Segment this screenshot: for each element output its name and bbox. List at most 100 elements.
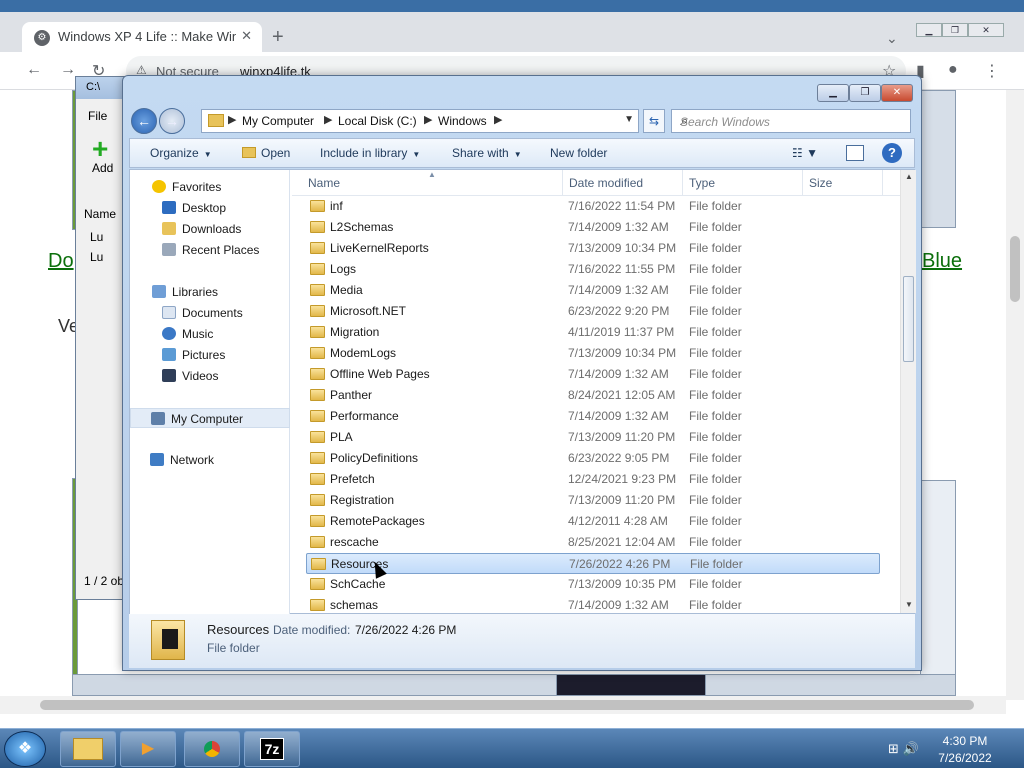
- start-button[interactable]: ❖: [4, 731, 46, 767]
- nav-my-computer[interactable]: My Computer: [130, 408, 290, 428]
- change-view-button[interactable]: ☷ ▼: [792, 146, 818, 160]
- column-header-type[interactable]: Type: [689, 176, 715, 190]
- browser-minimize-button[interactable]: ▁: [916, 23, 942, 37]
- table-row[interactable]: ModemLogs 7/13/2009 10:34 PM File folder: [306, 343, 880, 364]
- table-row[interactable]: Resources 7/26/2022 4:26 PM File folder: [306, 553, 880, 574]
- table-row[interactable]: schemas 7/14/2009 1:32 AM File folder: [306, 595, 880, 616]
- table-row[interactable]: L2Schemas 7/14/2009 1:32 AM File folder: [306, 217, 880, 238]
- nav-network[interactable]: Network: [130, 450, 290, 470]
- forward-arrow-icon[interactable]: →: [60, 61, 76, 79]
- refresh-button[interactable]: ⇆: [643, 109, 665, 133]
- nav-videos[interactable]: Videos: [130, 366, 290, 386]
- share-with-button[interactable]: Share with ▼: [452, 146, 522, 160]
- breadcrumb-item[interactable]: My Computer: [242, 114, 314, 128]
- address-breadcrumb[interactable]: ▶ My Computer ▶ Local Disk (C:) ▶ Window…: [201, 109, 639, 133]
- nav-favorites[interactable]: Favorites: [130, 177, 290, 197]
- chevron-right-icon[interactable]: ▶: [424, 113, 432, 126]
- browser-maximize-button[interactable]: ❐: [942, 23, 968, 37]
- screenshot-thumbnail[interactable]: [556, 674, 706, 696]
- column-divider[interactable]: [802, 170, 803, 196]
- table-row[interactable]: Panther 8/24/2021 12:05 AM File folder: [306, 385, 880, 406]
- table-row[interactable]: inf 7/16/2022 11:54 PM File folder: [306, 196, 880, 217]
- table-row[interactable]: Performance 7/14/2009 1:32 AM File folder: [306, 406, 880, 427]
- search-input[interactable]: Search Windows ⌕: [671, 109, 911, 133]
- breadcrumb-item[interactable]: Local Disk (C:): [338, 114, 417, 128]
- table-row[interactable]: PolicyDefinitions 6/23/2022 9:05 PM File f…: [306, 448, 880, 469]
- taskbar-chrome-button[interactable]: [184, 731, 240, 767]
- chevron-right-icon[interactable]: ▶: [324, 113, 332, 126]
- sevenzip-titlebar[interactable]: C:\: [76, 77, 128, 99]
- nav-desktop[interactable]: Desktop: [130, 198, 290, 218]
- nav-downloads[interactable]: Downloads: [130, 219, 290, 239]
- menu-file[interactable]: File: [88, 109, 107, 123]
- screenshot-thumbnail[interactable]: [920, 90, 956, 228]
- column-header-date[interactable]: Date modified: [569, 176, 643, 190]
- clock-time[interactable]: 4:30 PM: [930, 734, 1000, 748]
- browser-close-button[interactable]: ✕: [968, 23, 1004, 37]
- maximize-button[interactable]: ❐: [849, 84, 881, 102]
- screenshot-thumbnail[interactable]: [920, 480, 956, 694]
- table-row[interactable]: Microsoft.NET 6/23/2022 9:20 PM File folde…: [306, 301, 880, 322]
- list-item[interactable]: Lu: [90, 230, 103, 244]
- table-row[interactable]: Migration 4/11/2019 11:37 PM File folder: [306, 322, 880, 343]
- table-row[interactable]: Media 7/14/2009 1:32 AM File folder: [306, 280, 880, 301]
- browser-menu-icon[interactable]: ⋮: [984, 61, 1000, 81]
- column-divider[interactable]: [682, 170, 683, 196]
- tray-network-volume-icons[interactable]: ⊞ 🔊: [888, 741, 919, 757]
- table-row[interactable]: LiveKernelReports 7/13/2009 10:34 PM File …: [306, 238, 880, 259]
- table-row[interactable]: Logs 7/16/2022 11:55 PM File folder: [306, 259, 880, 280]
- page-link-left[interactable]: Do: [48, 250, 74, 273]
- open-button[interactable]: Open: [242, 146, 290, 160]
- profile-avatar-icon[interactable]: ●: [948, 61, 958, 79]
- nav-documents[interactable]: Documents: [130, 303, 290, 323]
- minimize-button[interactable]: ▁: [817, 84, 849, 102]
- table-row[interactable]: PLA 7/13/2009 11:20 PM File folder: [306, 427, 880, 448]
- column-name[interactable]: Name: [84, 207, 116, 221]
- clock-date[interactable]: 7/26/2022: [930, 751, 1000, 765]
- include-in-library-button[interactable]: Include in library ▼: [320, 146, 420, 160]
- scroll-thumb[interactable]: [40, 700, 974, 710]
- organize-button[interactable]: Organize ▼: [150, 146, 212, 160]
- table-row[interactable]: Registration 7/13/2009 11:20 PM File folde…: [306, 490, 880, 511]
- scroll-thumb[interactable]: [903, 276, 914, 362]
- column-divider[interactable]: [882, 170, 883, 196]
- new-tab-button[interactable]: +: [272, 26, 284, 49]
- column-divider[interactable]: [562, 170, 563, 196]
- file-list-scrollbar[interactable]: ▲ ▼: [900, 170, 916, 613]
- browser-tab[interactable]: ⚙ Windows XP 4 Life :: Make Windo ✕: [22, 22, 262, 52]
- column-header-size[interactable]: Size: [809, 176, 832, 190]
- close-button[interactable]: ✕: [881, 84, 913, 102]
- nav-pictures[interactable]: Pictures: [130, 345, 290, 365]
- back-button[interactable]: ←: [131, 108, 157, 134]
- nav-music[interactable]: Music: [130, 324, 290, 344]
- column-header-name[interactable]: Name: [308, 176, 340, 190]
- taskbar-explorer-button[interactable]: [60, 731, 116, 767]
- list-item[interactable]: Lu: [90, 250, 103, 264]
- new-folder-button[interactable]: New folder: [550, 146, 607, 160]
- table-row[interactable]: Offline Web Pages 7/14/2009 1:32 AM File f…: [306, 364, 880, 385]
- search-icon[interactable]: ⌕: [680, 113, 904, 129]
- table-row[interactable]: rescache 8/25/2021 12:04 AM File folder: [306, 532, 880, 553]
- taskbar-7zip-button[interactable]: 7z: [244, 731, 300, 767]
- tab-close-icon[interactable]: ✕: [241, 28, 252, 44]
- chevron-right-icon[interactable]: ▶: [228, 113, 236, 126]
- address-dropdown-icon[interactable]: ▼: [624, 114, 634, 125]
- page-link-right[interactable]: Blue: [922, 250, 962, 273]
- preview-pane-icon[interactable]: [846, 145, 864, 161]
- scroll-thumb[interactable]: [1010, 236, 1020, 302]
- scroll-up-icon[interactable]: ▲: [905, 172, 913, 181]
- page-vertical-scrollbar[interactable]: [1006, 90, 1024, 700]
- forward-button[interactable]: →: [159, 108, 185, 134]
- taskbar-media-player-button[interactable]: ▶: [120, 731, 176, 767]
- tab-search-icon[interactable]: ⌄: [886, 30, 898, 47]
- chevron-right-icon[interactable]: ▶: [494, 113, 502, 126]
- breadcrumb-item[interactable]: Windows: [438, 114, 487, 128]
- nav-libraries[interactable]: Libraries: [130, 282, 290, 302]
- add-button-label[interactable]: Add: [92, 161, 113, 175]
- table-row[interactable]: Prefetch 12/24/2021 9:23 PM File folder: [306, 469, 880, 490]
- nav-recent-places[interactable]: Recent Places: [130, 240, 290, 260]
- table-row[interactable]: RemotePackages 4/12/2011 4:28 AM File fold…: [306, 511, 880, 532]
- explorer-titlebar[interactable]: ▁ ❐ ✕: [123, 76, 921, 104]
- scroll-down-icon[interactable]: ▼: [905, 600, 913, 609]
- help-icon[interactable]: ?: [882, 143, 902, 163]
